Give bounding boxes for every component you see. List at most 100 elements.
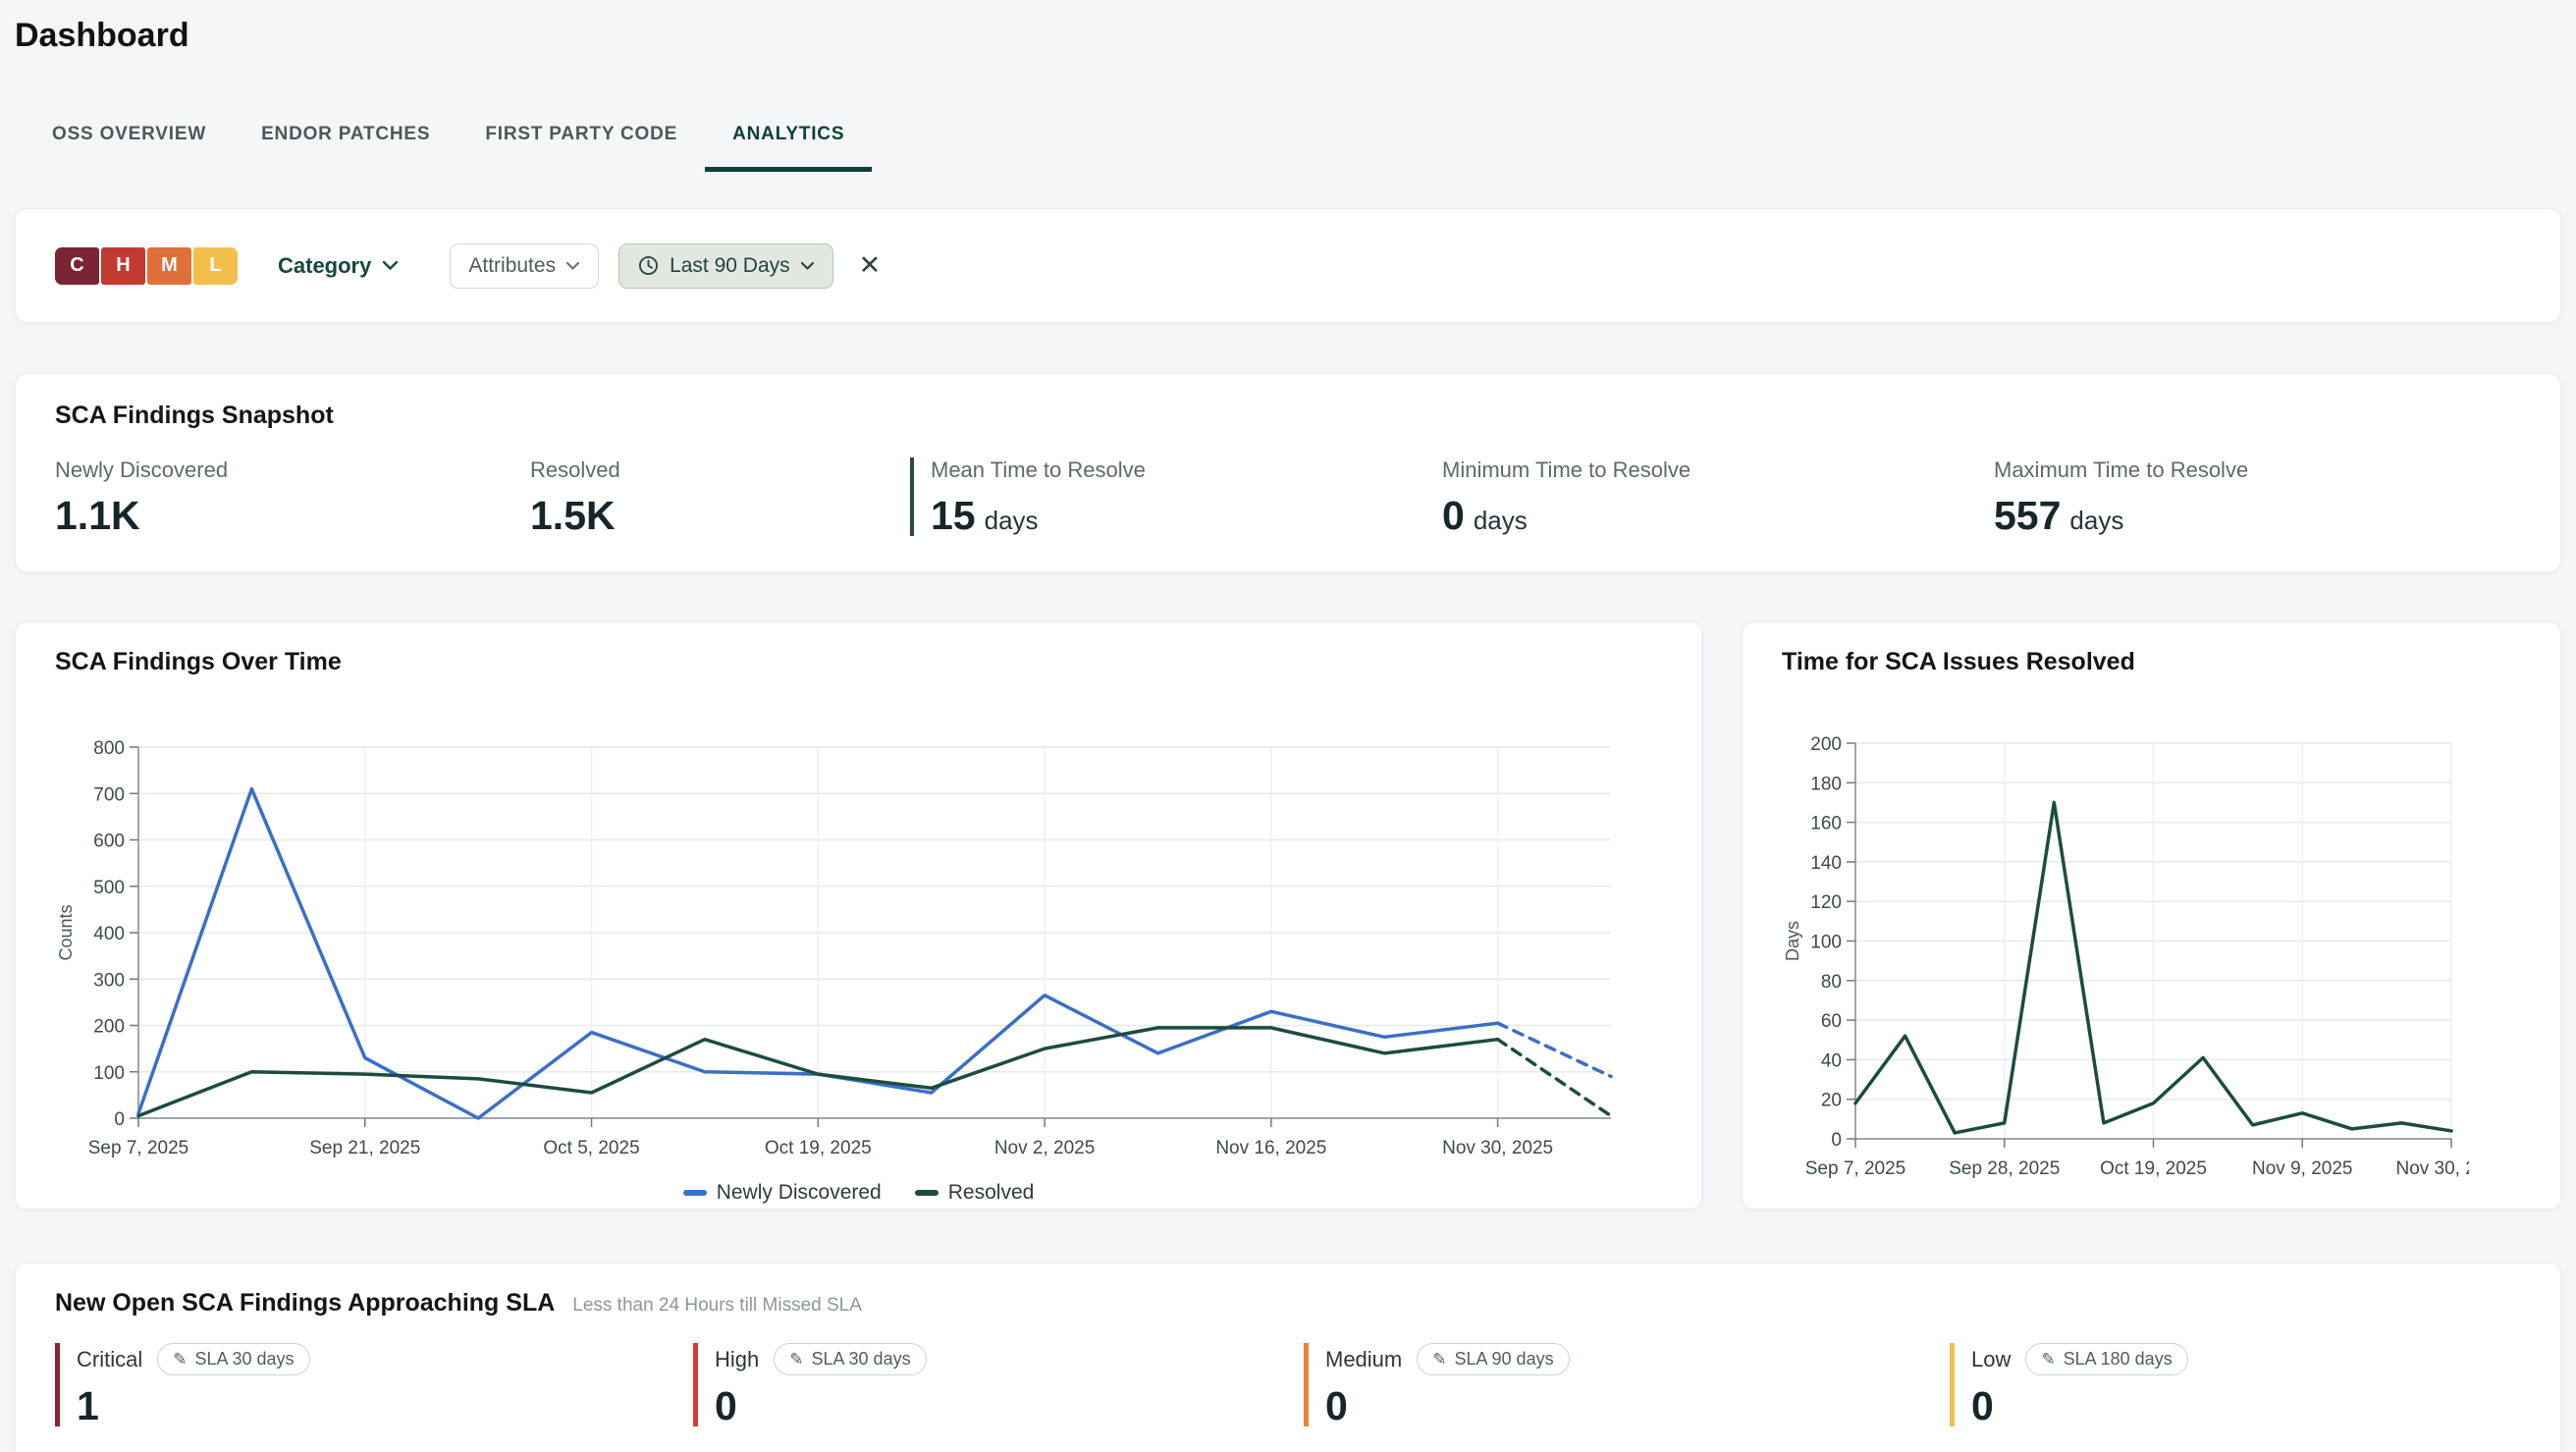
metric-value: 0 bbox=[1442, 496, 1465, 536]
time-range-dropdown[interactable]: Last 90 Days bbox=[618, 243, 833, 289]
metric-label: Minimum Time to Resolve bbox=[1442, 457, 1994, 483]
tab-oss-overview[interactable]: OSS OVERVIEW bbox=[25, 124, 234, 172]
legend-swatch bbox=[915, 1190, 939, 1196]
legend-label: Resolved bbox=[948, 1181, 1035, 1205]
sca-findings-snapshot-card: SCA Findings Snapshot Newly Discovered 1… bbox=[15, 373, 2561, 572]
snapshot-title: SCA Findings Snapshot bbox=[55, 402, 2521, 430]
filter-bar: C H M L Category Attributes Last 90 Days bbox=[15, 208, 2561, 323]
sla-pill-label: SLA 180 days bbox=[2064, 1349, 2173, 1370]
chart-title: Time for SCA Issues Resolved bbox=[1782, 648, 2521, 676]
sla-value: 0 bbox=[1325, 1386, 1950, 1426]
sca-findings-over-time-card: SCA Findings Over Time 01002003004005006… bbox=[15, 621, 1702, 1210]
svg-text:Oct 5, 2025: Oct 5, 2025 bbox=[543, 1138, 639, 1158]
svg-text:Sep 7, 2025: Sep 7, 2025 bbox=[88, 1138, 188, 1158]
clock-icon bbox=[637, 254, 660, 277]
svg-text:Nov 16, 2025: Nov 16, 2025 bbox=[1215, 1138, 1326, 1158]
attributes-dropdown[interactable]: Attributes bbox=[450, 243, 599, 289]
sla-value: 1 bbox=[77, 1386, 693, 1426]
svg-text:Sep 7, 2025: Sep 7, 2025 bbox=[1805, 1158, 1905, 1179]
sla-pill-label: SLA 30 days bbox=[812, 1349, 911, 1370]
svg-text:140: 140 bbox=[1810, 853, 1842, 874]
svg-text:0: 0 bbox=[114, 1109, 125, 1130]
svg-text:80: 80 bbox=[1821, 972, 1842, 993]
sla-item-high: High ✎ SLA 30 days 0 bbox=[693, 1343, 1304, 1426]
metric-value: 1.5K bbox=[530, 496, 616, 536]
svg-text:60: 60 bbox=[1821, 1011, 1842, 1032]
clear-filters-button[interactable]: ✕ bbox=[859, 252, 882, 279]
svg-text:500: 500 bbox=[93, 878, 125, 898]
sla-edit-pill[interactable]: ✎ SLA 180 days bbox=[2025, 1343, 2187, 1375]
severity-pill-medium[interactable]: M bbox=[147, 247, 191, 285]
chevron-down-icon bbox=[800, 261, 815, 271]
sla-item-medium: Medium ✎ SLA 90 days 0 bbox=[1304, 1343, 1950, 1426]
sla-subtitle: Less than 24 Hours till Missed SLA bbox=[572, 1295, 862, 1317]
svg-text:200: 200 bbox=[93, 1017, 125, 1038]
time-range-label: Last 90 Days bbox=[670, 254, 790, 278]
legend-swatch bbox=[683, 1190, 707, 1196]
tab-analytics[interactable]: ANALYTICS bbox=[705, 124, 872, 172]
metric-label: Resolved bbox=[530, 457, 910, 483]
sla-edit-pill[interactable]: ✎ SLA 30 days bbox=[774, 1343, 926, 1375]
time-for-sca-issues-resolved-card: Time for SCA Issues Resolved 02040608010… bbox=[1742, 621, 2561, 1210]
svg-text:Sep 21, 2025: Sep 21, 2025 bbox=[309, 1138, 420, 1158]
metric-label: Newly Discovered bbox=[55, 457, 530, 483]
sla-pill-label: SLA 90 days bbox=[1455, 1349, 1554, 1370]
tab-endor-patches[interactable]: ENDOR PATCHES bbox=[234, 124, 457, 172]
metric-minimum-time-to-resolve: Minimum Time to Resolve 0 days bbox=[1442, 457, 1994, 536]
metric-label: Maximum Time to Resolve bbox=[1994, 457, 2521, 483]
pencil-icon: ✎ bbox=[2041, 1351, 2055, 1368]
time-for-sca-issues-resolved-chart: 020406080100120140160180200Sep 7, 2025Se… bbox=[1782, 731, 2521, 1198]
svg-text:Sep 28, 2025: Sep 28, 2025 bbox=[1949, 1158, 2060, 1179]
metric-maximum-time-to-resolve: Maximum Time to Resolve 557 days bbox=[1994, 457, 2521, 536]
svg-text:400: 400 bbox=[93, 924, 125, 944]
metric-newly-discovered: Newly Discovered 1.1K bbox=[55, 457, 530, 536]
chart-title: SCA Findings Over Time bbox=[55, 648, 1662, 676]
sca-findings-over-time-chart: 0100200300400500600700800Sep 7, 2025Sep … bbox=[55, 735, 1662, 1177]
sla-label: Medium bbox=[1325, 1347, 1402, 1372]
severity-filter: C H M L bbox=[55, 247, 238, 285]
pencil-icon: ✎ bbox=[789, 1351, 803, 1368]
sla-label: Critical bbox=[77, 1347, 142, 1372]
svg-text:600: 600 bbox=[93, 832, 125, 852]
snapshot-metrics: Newly Discovered 1.1K Resolved 1.5K Mean… bbox=[55, 457, 2521, 536]
close-icon: ✕ bbox=[859, 250, 882, 280]
svg-text:Nov 9, 2025: Nov 9, 2025 bbox=[2252, 1158, 2352, 1179]
dashboard-page: Dashboard OSS OVERVIEW ENDOR PATCHES FIR… bbox=[0, 0, 2576, 1452]
severity-pill-critical[interactable]: C bbox=[55, 247, 99, 285]
category-dropdown[interactable]: Category bbox=[278, 253, 399, 279]
svg-text:Oct 19, 2025: Oct 19, 2025 bbox=[2100, 1158, 2207, 1179]
legend-item-newly-discovered[interactable]: Newly Discovered bbox=[683, 1181, 882, 1205]
svg-text:Oct 19, 2025: Oct 19, 2025 bbox=[765, 1138, 872, 1158]
svg-text:Counts: Counts bbox=[56, 904, 76, 960]
page-title: Dashboard bbox=[15, 0, 2561, 57]
metric-label: Mean Time to Resolve bbox=[931, 457, 1442, 483]
chart-legend: Newly Discovered Resolved bbox=[55, 1181, 1662, 1205]
svg-text:Nov 30, 2025: Nov 30, 2025 bbox=[1442, 1138, 1553, 1158]
severity-pill-high[interactable]: H bbox=[101, 247, 145, 285]
metric-unit: days bbox=[2069, 506, 2123, 536]
chevron-down-icon bbox=[382, 260, 399, 271]
metric-unit: days bbox=[985, 506, 1039, 536]
svg-text:200: 200 bbox=[1810, 734, 1842, 755]
severity-pill-low[interactable]: L bbox=[193, 247, 238, 285]
sla-item-low: Low ✎ SLA 180 days 0 bbox=[1950, 1343, 2521, 1426]
category-dropdown-label: Category bbox=[278, 253, 371, 279]
sla-pill-label: SLA 30 days bbox=[194, 1349, 294, 1370]
tab-first-party-code[interactable]: FIRST PARTY CODE bbox=[457, 124, 705, 172]
svg-text:100: 100 bbox=[1810, 933, 1842, 953]
sla-title: New Open SCA Findings Approaching SLA bbox=[55, 1289, 555, 1318]
metric-unit: days bbox=[1474, 506, 1528, 536]
sla-item-critical: Critical ✎ SLA 30 days 1 bbox=[55, 1343, 693, 1426]
pencil-icon: ✎ bbox=[1432, 1351, 1446, 1368]
metric-value: 15 bbox=[931, 496, 976, 536]
svg-text:20: 20 bbox=[1821, 1091, 1842, 1111]
charts-row: SCA Findings Over Time 01002003004005006… bbox=[15, 621, 2561, 1210]
sla-value: 0 bbox=[1971, 1386, 2521, 1426]
sla-edit-pill[interactable]: ✎ SLA 30 days bbox=[157, 1343, 309, 1375]
metric-mean-time-to-resolve: Mean Time to Resolve 15 days bbox=[910, 457, 1442, 536]
sla-label: High bbox=[715, 1347, 759, 1372]
sla-edit-pill[interactable]: ✎ SLA 90 days bbox=[1417, 1343, 1569, 1375]
svg-text:Days: Days bbox=[1783, 921, 1802, 961]
legend-item-resolved[interactable]: Resolved bbox=[915, 1181, 1035, 1205]
sla-value: 0 bbox=[715, 1386, 1304, 1426]
